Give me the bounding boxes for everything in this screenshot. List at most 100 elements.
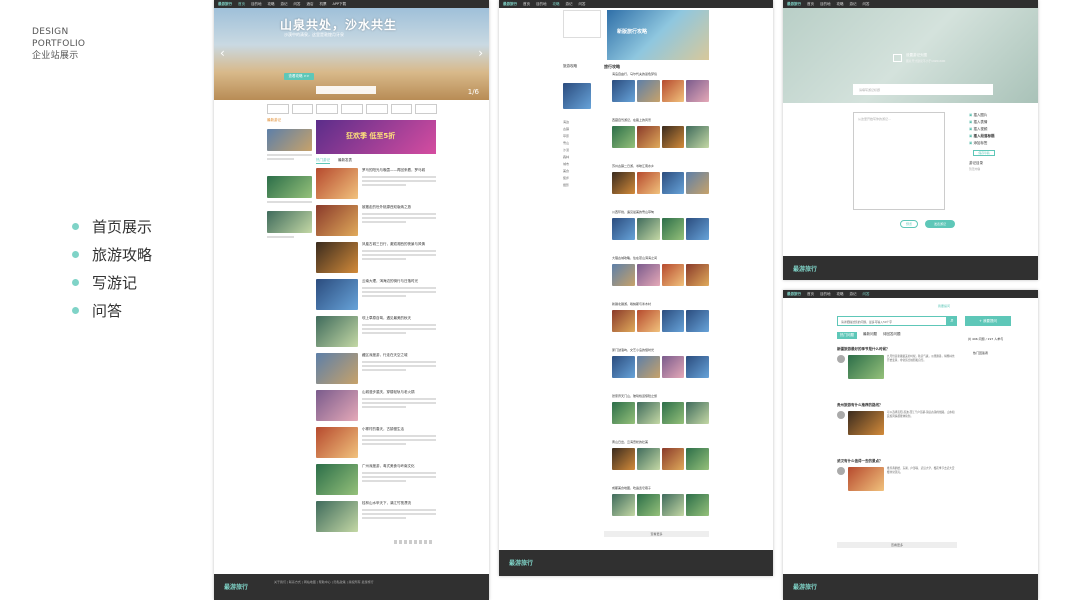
- more-button[interactable]: 查看更多: [837, 542, 957, 548]
- body-editor[interactable]: 从这里开始写你的游记...: [853, 112, 945, 210]
- insert-emoji-tool[interactable]: ▣ 插入表情: [969, 119, 1019, 126]
- list-item[interactable]: 武汉有什么值得一去的景点？ 推荐黄鹤楼、东湖、户部巷、武汉大学，樱花季节去武大赏…: [837, 459, 957, 515]
- nav-item[interactable]: APP下载: [333, 2, 347, 7]
- list-item[interactable]: 川西环线，遇见最美的雪山草甸: [604, 210, 709, 256]
- nav-item[interactable]: 攻略: [268, 2, 275, 7]
- nav-item[interactable]: 攻略: [837, 2, 844, 7]
- nav-item[interactable]: 问答: [579, 2, 586, 7]
- tab-hot-questions[interactable]: 热门问题: [837, 332, 857, 339]
- category-tile[interactable]: [291, 104, 314, 114]
- insert-image-tool[interactable]: ▣ 插入图片: [969, 112, 1019, 119]
- list-item[interactable]: 桂林山水甲天下，漓江竹筏漂流: [316, 501, 436, 538]
- category-tile[interactable]: [390, 104, 413, 114]
- side-image[interactable]: [267, 211, 312, 233]
- nav-item[interactable]: 游记: [566, 2, 573, 7]
- sidebar-item[interactable]: 森林: [563, 154, 591, 161]
- insert-video-tool[interactable]: ▣ 插入视频: [969, 126, 1019, 133]
- list-item[interactable]: 藏区深度游，行走在天空之城: [316, 353, 436, 390]
- list-item[interactable]: 被搬走的世外桃源西双版纳之旅: [316, 205, 436, 242]
- sidebar-item[interactable]: 雪山: [563, 140, 591, 147]
- sidebar-item[interactable]: 徒步: [563, 175, 591, 182]
- nav-item[interactable]: 目的地: [251, 2, 262, 7]
- tab-new-questions[interactable]: 最新问题: [863, 332, 877, 339]
- category-tile[interactable]: [267, 104, 289, 114]
- list-item[interactable]: 山城漫步重庆，穿楼轻轨与老火锅: [316, 390, 436, 427]
- nav-item[interactable]: 问答: [294, 2, 301, 7]
- side-image[interactable]: [267, 176, 312, 198]
- tab-unanswered[interactable]: 待回答问题: [883, 332, 901, 339]
- nav-item[interactable]: 首页: [807, 292, 814, 297]
- promo-banner[interactable]: 狂欢季 低至5折: [316, 120, 436, 154]
- nav-item[interactable]: 攻略: [837, 292, 844, 297]
- list-item[interactable]: 黄山日出，云海奇松的壮美: [604, 440, 709, 486]
- hero-banner[interactable]: 山泉共处，沙水共生 沙漠中的清泉，这里是敦煌月牙泉 查看攻略 >> 1/6 ‹ …: [214, 8, 489, 100]
- ask-question-button[interactable]: + 我要提问: [965, 316, 1011, 326]
- ask-link[interactable]: 我要提问: [938, 304, 950, 308]
- list-item[interactable]: 新疆旅游最好的季节是什么时候？ 九月份是新疆最美的时候，秋高气爽，瓜果飘香，胡杨…: [837, 347, 957, 403]
- sidebar-item[interactable]: 摄影: [563, 182, 591, 189]
- nav-item[interactable]: 目的地: [820, 292, 831, 297]
- sidebar-item[interactable]: 海边: [563, 119, 591, 126]
- list-item[interactable]: 海岛自由行，马尔代夫的蓝色梦境: [604, 72, 709, 118]
- save-draft-button[interactable]: 保存草稿: [973, 150, 995, 156]
- next-arrow-icon[interactable]: ›: [478, 46, 483, 60]
- menu-item-qa[interactable]: 问答: [72, 296, 152, 324]
- side-image[interactable]: [563, 83, 591, 109]
- category-tile[interactable]: [415, 104, 438, 114]
- menu-item-write[interactable]: 写游记: [72, 268, 152, 296]
- nav-item[interactable]: 问答: [863, 292, 870, 297]
- list-item[interactable]: 成都美食地图，吃遍宽窄巷子: [604, 486, 709, 532]
- search-button[interactable]: ⌕: [947, 316, 957, 326]
- list-item[interactable]: 大理古城攻略，住在苍山洱海之间: [604, 256, 709, 302]
- category-tile[interactable]: [316, 104, 339, 114]
- nav-item[interactable]: 游记: [850, 292, 857, 297]
- nav-logo[interactable]: 最游旅行: [787, 2, 801, 7]
- nav-item[interactable]: 攻略: [553, 2, 560, 7]
- nav-logo[interactable]: 最游旅行: [503, 2, 517, 7]
- tab-hot[interactable]: 热门游记: [316, 158, 330, 164]
- sidebar-item[interactable]: 古镇: [563, 126, 591, 133]
- list-item[interactable]: 新疆北疆游，喀纳斯与禾木村: [604, 302, 709, 348]
- nav-item[interactable]: 游记: [850, 2, 857, 7]
- list-item[interactable]: 罗马的阳光与晚霞——再回来看，罗马城: [316, 168, 436, 205]
- qa-search-input[interactable]: 请详细描述您的问题，最多可输入50个字: [837, 316, 947, 326]
- menu-item-guide[interactable]: 旅游攻略: [72, 240, 152, 268]
- list-item[interactable]: 厦门鼓浪屿，文艺小岛的慢时光: [604, 348, 709, 394]
- nav-item[interactable]: 机票: [320, 2, 327, 7]
- sidebar-item[interactable]: 美食: [563, 168, 591, 175]
- guide-hero-image[interactable]: 新版旅行攻略: [607, 10, 709, 60]
- insert-heading-tool[interactable]: ▣ 插入段落标题: [969, 133, 1019, 140]
- add-tag-tool[interactable]: ▣ 添加标签: [969, 140, 1019, 147]
- more-button[interactable]: 查看更多: [604, 531, 709, 537]
- nav-item[interactable]: 首页: [807, 2, 814, 7]
- category-tile[interactable]: [341, 104, 363, 114]
- list-item[interactable]: 坝上草原自驾，遇见最美的秋天: [316, 316, 436, 353]
- publish-button[interactable]: 发表游记: [925, 220, 955, 228]
- list-item[interactable]: 凤凰古城三日行，邂逅湘西的夜景与风情: [316, 242, 436, 279]
- category-tile[interactable]: [365, 104, 388, 114]
- nav-logo[interactable]: 最游旅行: [787, 292, 801, 297]
- sidebar-item[interactable]: 沙漠: [563, 147, 591, 154]
- preview-button[interactable]: 预览: [900, 220, 918, 228]
- tab-new[interactable]: 最新发表: [338, 158, 352, 164]
- list-item[interactable]: 云南大理，洱海边的骑行与日落时光: [316, 279, 436, 316]
- list-item[interactable]: 小寨村的春天，古镇慢生活: [316, 427, 436, 464]
- nav-item[interactable]: 首页: [523, 2, 530, 7]
- hero-search-bar[interactable]: [316, 86, 376, 94]
- hero-button[interactable]: 查看攻略 >>: [284, 73, 314, 80]
- prev-arrow-icon[interactable]: ‹: [220, 46, 225, 60]
- sidebar-item[interactable]: 草原: [563, 133, 591, 140]
- nav-item[interactable]: 酒店: [307, 2, 314, 7]
- list-item[interactable]: 张家界天门山，玻璃栈道惊险之旅: [604, 394, 709, 440]
- nav-item[interactable]: 目的地: [536, 2, 547, 7]
- nav-item[interactable]: 问答: [863, 2, 870, 7]
- nav-item[interactable]: 目的地: [820, 2, 831, 7]
- menu-item-home[interactable]: 首页展示: [72, 212, 152, 240]
- title-input[interactable]: 请填写游记标题: [853, 84, 993, 95]
- list-item[interactable]: 西藏自驾游记，在路上的风景: [604, 118, 709, 164]
- nav-logo[interactable]: 最游旅行: [218, 2, 232, 7]
- list-item[interactable]: 贵州旅游有什么推荐的路线？ 可以选择贵阳-荔波-西江千户苗寨-镇远古镇的线路，山…: [837, 403, 957, 459]
- list-item[interactable]: 苏州古镇二日游，寻味江南水乡: [604, 164, 709, 210]
- list-item[interactable]: 广州深度游，粤式美食与岭南文化: [316, 464, 436, 501]
- sidebar-item[interactable]: 城市: [563, 161, 591, 168]
